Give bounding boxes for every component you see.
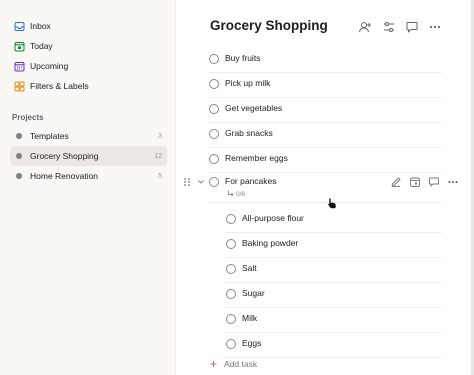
- task-row[interactable]: Grab snacks: [209, 123, 442, 148]
- subtask-row[interactable]: Milk: [226, 308, 442, 333]
- task-label: For pancakes: [225, 176, 277, 186]
- subtask-progress-text: 0/6: [236, 191, 246, 198]
- project-color-dot: [16, 173, 22, 179]
- project-label: Templates: [30, 131, 69, 141]
- sidebar-project-templates[interactable]: Templates 3: [10, 126, 167, 146]
- task-complete-checkbox[interactable]: [209, 177, 219, 187]
- drag-handle-icon[interactable]: [181, 176, 193, 188]
- add-task-label: Add task: [224, 359, 258, 369]
- task-label: Baking powder: [242, 238, 299, 248]
- task-complete-checkbox[interactable]: [209, 154, 219, 164]
- due-date-icon[interactable]: [409, 176, 421, 188]
- task-complete-checkbox[interactable]: [226, 314, 236, 324]
- chevron-down-icon[interactable]: [195, 176, 207, 188]
- sidebar-item-today[interactable]: Today: [10, 36, 168, 56]
- add-task-button[interactable]: + Add task: [210, 357, 258, 371]
- project-color-dot: [16, 133, 22, 139]
- task-complete-checkbox[interactable]: [226, 264, 236, 274]
- task-label: Pick up milk: [225, 78, 271, 88]
- sidebar-item-label: Filters & Labels: [30, 81, 89, 91]
- subtask-row[interactable]: Baking powder: [226, 233, 442, 258]
- add-person-icon[interactable]: [358, 20, 372, 34]
- task-label: All-purpose flour: [242, 213, 304, 223]
- task-complete-checkbox[interactable]: [209, 129, 219, 139]
- today-icon: [14, 41, 25, 52]
- edit-icon[interactable]: [390, 176, 402, 188]
- task-complete-checkbox[interactable]: [226, 239, 236, 249]
- sidebar-item-inbox[interactable]: Inbox: [10, 16, 168, 36]
- upcoming-icon: [14, 61, 25, 72]
- sidebar-item-label: Inbox: [30, 21, 51, 31]
- sidebar-project-grocery-shopping[interactable]: Grocery Shopping 12: [10, 146, 167, 166]
- task-row[interactable]: Remember eggs: [209, 148, 442, 173]
- subtask-row[interactable]: Eggs: [226, 333, 442, 358]
- settings-sliders-icon[interactable]: [382, 20, 396, 34]
- task-complete-checkbox[interactable]: [226, 214, 236, 224]
- project-label: Home Renovation: [30, 171, 99, 181]
- task-row[interactable]: Buy fruits: [209, 48, 442, 73]
- task-label: Get vegetables: [225, 103, 283, 113]
- subtask-row[interactable]: Salt: [226, 258, 442, 283]
- more-icon[interactable]: [447, 176, 459, 188]
- projects-heading[interactable]: Projects: [12, 113, 44, 122]
- task-label: Milk: [242, 313, 258, 323]
- comment-icon[interactable]: [405, 20, 419, 34]
- task-label: Sugar: [242, 288, 265, 298]
- sidebar-project-home-renovation[interactable]: Home Renovation 5: [10, 166, 167, 186]
- sidebar-item-upcoming[interactable]: Upcoming: [10, 56, 168, 76]
- project-task-count: 3: [158, 132, 162, 140]
- task-row[interactable]: Get vegetables: [209, 98, 442, 123]
- task-label: Salt: [242, 263, 257, 273]
- project-color-dot: [16, 153, 22, 159]
- inbox-icon: [14, 21, 25, 32]
- task-label: Remember eggs: [225, 153, 288, 163]
- subtask-icon: [227, 190, 234, 199]
- comment-icon[interactable]: [428, 176, 440, 188]
- task-complete-checkbox[interactable]: [209, 104, 219, 114]
- filters-labels-icon: [14, 81, 25, 92]
- task-complete-checkbox[interactable]: [209, 54, 219, 64]
- sidebar-item-filters-labels[interactable]: Filters & Labels: [10, 76, 168, 96]
- sidebar-item-label: Today: [30, 41, 53, 51]
- task-complete-checkbox[interactable]: [226, 289, 236, 299]
- sidebar-item-label: Upcoming: [30, 61, 69, 71]
- task-complete-checkbox[interactable]: [209, 79, 219, 89]
- task-complete-checkbox[interactable]: [226, 339, 236, 349]
- subtask-row[interactable]: Sugar: [226, 283, 442, 308]
- more-icon[interactable]: [428, 20, 442, 34]
- subtask-row[interactable]: All-purpose flour: [226, 208, 442, 233]
- plus-icon: +: [210, 357, 218, 371]
- project-label: Grocery Shopping: [30, 151, 99, 161]
- page-title: Grocery Shopping: [210, 18, 328, 33]
- subtask-progress: 0/6: [227, 190, 245, 199]
- project-task-count: 12: [154, 152, 162, 160]
- sidebar: Inbox Today Upcoming Filters & Labels Pr…: [0, 0, 176, 375]
- hand-cursor-icon: [327, 196, 337, 209]
- task-row[interactable]: Pick up milk: [209, 73, 442, 98]
- task-label: Grab snacks: [225, 128, 273, 138]
- task-label: Eggs: [242, 338, 262, 348]
- task-label: Buy fruits: [225, 53, 261, 63]
- project-task-count: 5: [158, 172, 162, 180]
